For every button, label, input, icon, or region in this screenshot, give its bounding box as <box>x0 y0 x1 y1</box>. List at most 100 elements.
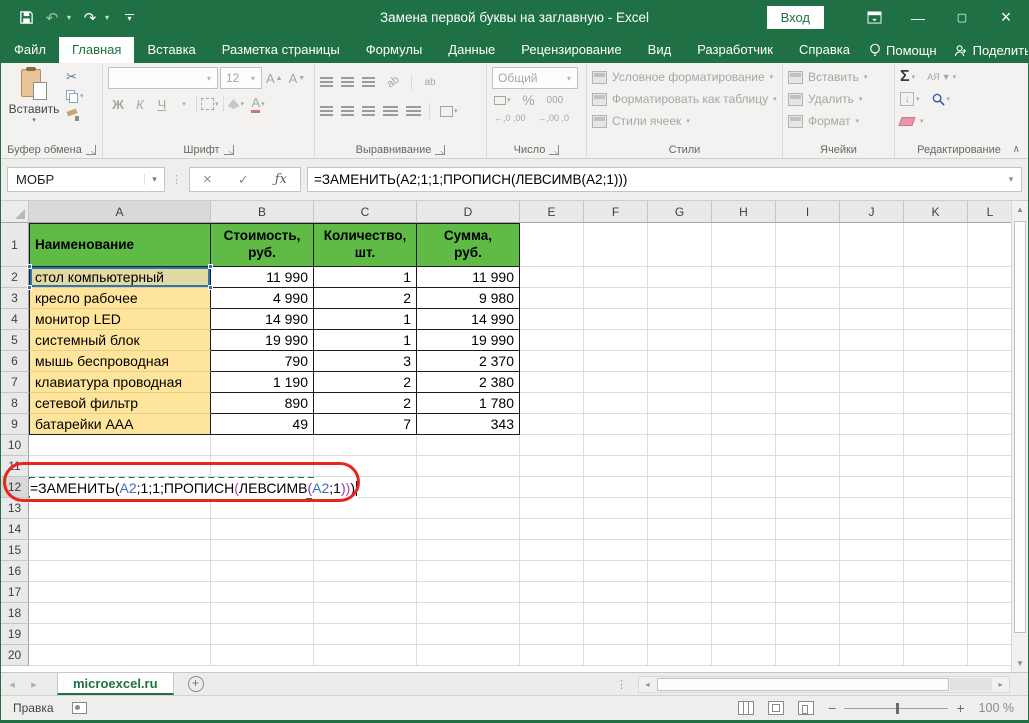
prev-sheet-icon[interactable]: ◂ <box>1 678 23 691</box>
autosum-button[interactable]: Σ ▾ <box>900 67 915 87</box>
row-header-19[interactable]: 19 <box>1 624 29 645</box>
align-left-icon[interactable] <box>320 106 333 116</box>
cell-I7[interactable] <box>776 372 840 393</box>
shrink-font-button[interactable]: А ▼ <box>287 67 308 89</box>
font-dialog-launcher[interactable] <box>223 144 234 157</box>
cell-D5[interactable]: 19 990 <box>417 330 520 351</box>
zoom-in-icon[interactable]: + <box>956 700 964 716</box>
confirm-entry-icon[interactable]: ✓ <box>238 172 249 188</box>
cell-G2[interactable] <box>648 267 712 288</box>
cell-L2[interactable] <box>968 267 1013 288</box>
cell-E1[interactable] <box>520 223 584 267</box>
name-box-dropdown-icon[interactable]: ▾ <box>144 174 164 185</box>
cell-L17[interactable] <box>968 582 1013 603</box>
cell-H7[interactable] <box>712 372 776 393</box>
cell-J16[interactable] <box>840 561 904 582</box>
next-sheet-icon[interactable]: ▸ <box>23 678 45 691</box>
sign-in-button[interactable]: Вход <box>766 6 824 29</box>
cell-B17[interactable] <box>211 582 314 603</box>
cell-A10[interactable] <box>29 435 211 456</box>
comma-style-button[interactable]: 000 <box>545 92 566 108</box>
selection-handle[interactable] <box>208 264 213 269</box>
cell-C11[interactable] <box>314 456 417 477</box>
cell-C10[interactable] <box>314 435 417 456</box>
cell-J8[interactable] <box>840 393 904 414</box>
merge-center-icon[interactable]: ▾ <box>438 100 460 122</box>
clear-eraser-icon[interactable]: ▾ <box>898 111 924 131</box>
cell-G6[interactable] <box>648 351 712 372</box>
cell-L9[interactable] <box>968 414 1013 435</box>
row-header-5[interactable]: 5 <box>1 330 29 351</box>
cell-H1[interactable] <box>712 223 776 267</box>
cell-C3[interactable]: 2 <box>314 288 417 309</box>
cell-E18[interactable] <box>520 603 584 624</box>
cell-D7[interactable]: 2 380 <box>417 372 520 393</box>
cell-F2[interactable] <box>584 267 648 288</box>
cell-I1[interactable] <box>776 223 840 267</box>
cell-H8[interactable] <box>712 393 776 414</box>
collapse-ribbon-icon[interactable]: ∧ <box>1013 144 1020 155</box>
scroll-left-icon[interactable]: ◂ <box>639 680 656 689</box>
select-all-corner[interactable] <box>1 201 29 223</box>
column-header-K[interactable]: K <box>904 201 968 223</box>
cell-H20[interactable] <box>712 645 776 666</box>
cell-I2[interactable] <box>776 267 840 288</box>
cell-C9[interactable]: 7 <box>314 414 417 435</box>
cell-K1[interactable] <box>904 223 968 267</box>
cell-B1[interactable]: Стоимость, руб. <box>211 223 314 267</box>
cell-I13[interactable] <box>776 498 840 519</box>
cell-J14[interactable] <box>840 519 904 540</box>
cell-I9[interactable] <box>776 414 840 435</box>
maximize-button[interactable]: ▢ <box>940 0 984 35</box>
cell-K9[interactable] <box>904 414 968 435</box>
clipboard-dialog-launcher[interactable] <box>85 144 96 157</box>
cells-insert-button[interactable]: Вставить ▾ <box>788 67 889 87</box>
scroll-down-icon[interactable]: ▼ <box>1012 655 1028 672</box>
wrap-text-icon[interactable]: ab <box>420 71 440 93</box>
cell-A14[interactable] <box>29 519 211 540</box>
cell-G1[interactable] <box>648 223 712 267</box>
cell-A6[interactable]: мышь беспроводная <box>29 351 211 372</box>
fill-down-icon[interactable]: ↓ ▾ <box>900 89 920 109</box>
cell-D2[interactable]: 11 990 <box>417 267 520 288</box>
cell-I19[interactable] <box>776 624 840 645</box>
column-header-E[interactable]: E <box>520 201 584 223</box>
cell-K10[interactable] <box>904 435 968 456</box>
cell-D13[interactable] <box>417 498 520 519</box>
row-header-16[interactable]: 16 <box>1 561 29 582</box>
copy-icon[interactable]: ▾ <box>66 88 84 104</box>
cell-L11[interactable] <box>968 456 1013 477</box>
cell-H15[interactable] <box>712 540 776 561</box>
cell-E12[interactable] <box>520 477 584 498</box>
cell-J10[interactable] <box>840 435 904 456</box>
cell-B3[interactable]: 4 990 <box>211 288 314 309</box>
cell-B13[interactable] <box>211 498 314 519</box>
cancel-entry-icon[interactable]: × <box>203 171 212 188</box>
cell-L18[interactable] <box>968 603 1013 624</box>
row-header-1[interactable]: 1 <box>1 223 29 267</box>
cell-B2[interactable]: 11 990 <box>211 267 314 288</box>
cell-H19[interactable] <box>712 624 776 645</box>
normal-view-icon[interactable] <box>738 701 755 715</box>
selection-handle[interactable] <box>208 285 213 290</box>
column-header-B[interactable]: B <box>211 201 314 223</box>
cell-B4[interactable]: 14 990 <box>211 309 314 330</box>
cell-D16[interactable] <box>417 561 520 582</box>
cell-A5[interactable]: системный блок <box>29 330 211 351</box>
cell-L4[interactable] <box>968 309 1013 330</box>
close-button[interactable]: × <box>984 0 1028 35</box>
cell-mode-indicator[interactable]: Правка <box>13 701 54 715</box>
row-header-10[interactable]: 10 <box>1 435 29 456</box>
row-header-17[interactable]: 17 <box>1 582 29 603</box>
ribbon-display-options-icon[interactable] <box>852 0 896 35</box>
cell-C15[interactable] <box>314 540 417 561</box>
cell-E13[interactable] <box>520 498 584 519</box>
zoom-slider[interactable] <box>844 702 949 714</box>
cell-E7[interactable] <box>520 372 584 393</box>
cell-K13[interactable] <box>904 498 968 519</box>
column-header-H[interactable]: H <box>712 201 776 223</box>
cell-K16[interactable] <box>904 561 968 582</box>
page-break-view-icon[interactable] <box>798 701 815 715</box>
cell-B10[interactable] <box>211 435 314 456</box>
row-header-12[interactable]: 12 <box>1 477 29 498</box>
